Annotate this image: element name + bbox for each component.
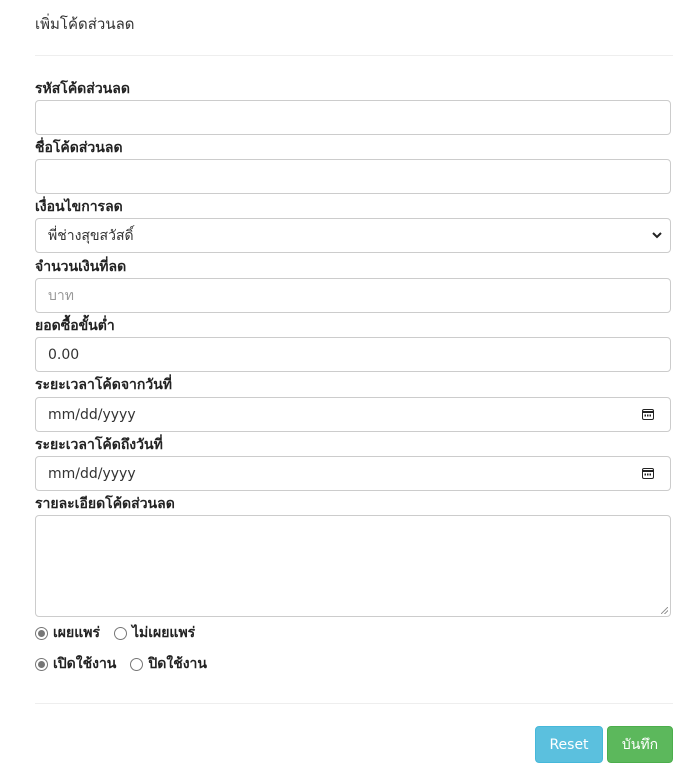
details-label: รายละเอียดโค้ดส่วนลด (35, 496, 175, 512)
calendar-icon[interactable] (642, 468, 654, 479)
chevron-down-icon (652, 229, 662, 242)
publish-radio-label: เผยแพร่ (53, 625, 100, 641)
calendar-icon[interactable] (642, 409, 654, 420)
divider (35, 55, 673, 56)
unpublish-radio[interactable] (113, 626, 127, 640)
enable-radio[interactable] (35, 657, 48, 671)
reset-button[interactable]: Reset (535, 726, 603, 763)
publish-radio-group: เผยแพร่ ไม่เผยแพร่ (35, 622, 195, 644)
min-purchase-label: ยอดซื้อขั้นต่ำ (35, 318, 115, 334)
divider (35, 703, 673, 704)
name-input[interactable] (35, 159, 671, 194)
end-date-input[interactable]: mm/dd/yyyy (35, 456, 671, 491)
code-input[interactable] (35, 100, 671, 135)
min-purchase-input[interactable]: 0.00 (35, 337, 671, 372)
condition-select-value: พี่ช่างสุขสวัสดิ์ (48, 227, 134, 244)
condition-select[interactable]: พี่ช่างสุขสวัสดิ์ (35, 218, 671, 253)
end-date-label: ระยะเวลาโค้ดถึงวันที่ (35, 437, 163, 453)
save-button[interactable]: บันทึก (607, 726, 673, 763)
start-date-input[interactable]: mm/dd/yyyy (35, 397, 671, 432)
page-title: เพิ่มโค้ดส่วนลด (35, 15, 135, 33)
publish-radio[interactable] (35, 626, 48, 640)
details-textarea[interactable] (35, 515, 671, 617)
name-label: ชื่อโค้ดส่วนลด (35, 140, 123, 156)
start-date-label: ระยะเวลาโค้ดจากวันที่ (35, 377, 173, 393)
condition-label: เงื่อนไขการลด (35, 199, 123, 215)
enable-radio-label: เปิดใช้งาน (53, 656, 117, 672)
resize-handle[interactable] (661, 607, 668, 614)
end-date-placeholder: mm/dd/yyyy (48, 465, 136, 482)
disable-radio-label: ปิดใช้งาน (148, 656, 207, 672)
code-label: รหัสโค้ดส่วนลด (35, 81, 130, 97)
amount-label: จำนวนเงินที่ลด (35, 259, 127, 275)
unpublish-radio-label: ไม่เผยแพร่ (131, 625, 196, 641)
status-radio-group: เปิดใช้งาน ปิดใช้งาน (35, 653, 207, 675)
disable-radio[interactable] (130, 657, 144, 671)
add-discount-code-form: เพิ่มโค้ดส่วนลด รหัสโค้ดส่วนลด ชื่อโค้ดส… (0, 0, 682, 783)
start-date-placeholder: mm/dd/yyyy (48, 406, 136, 423)
amount-input[interactable]: บาท (35, 278, 671, 313)
